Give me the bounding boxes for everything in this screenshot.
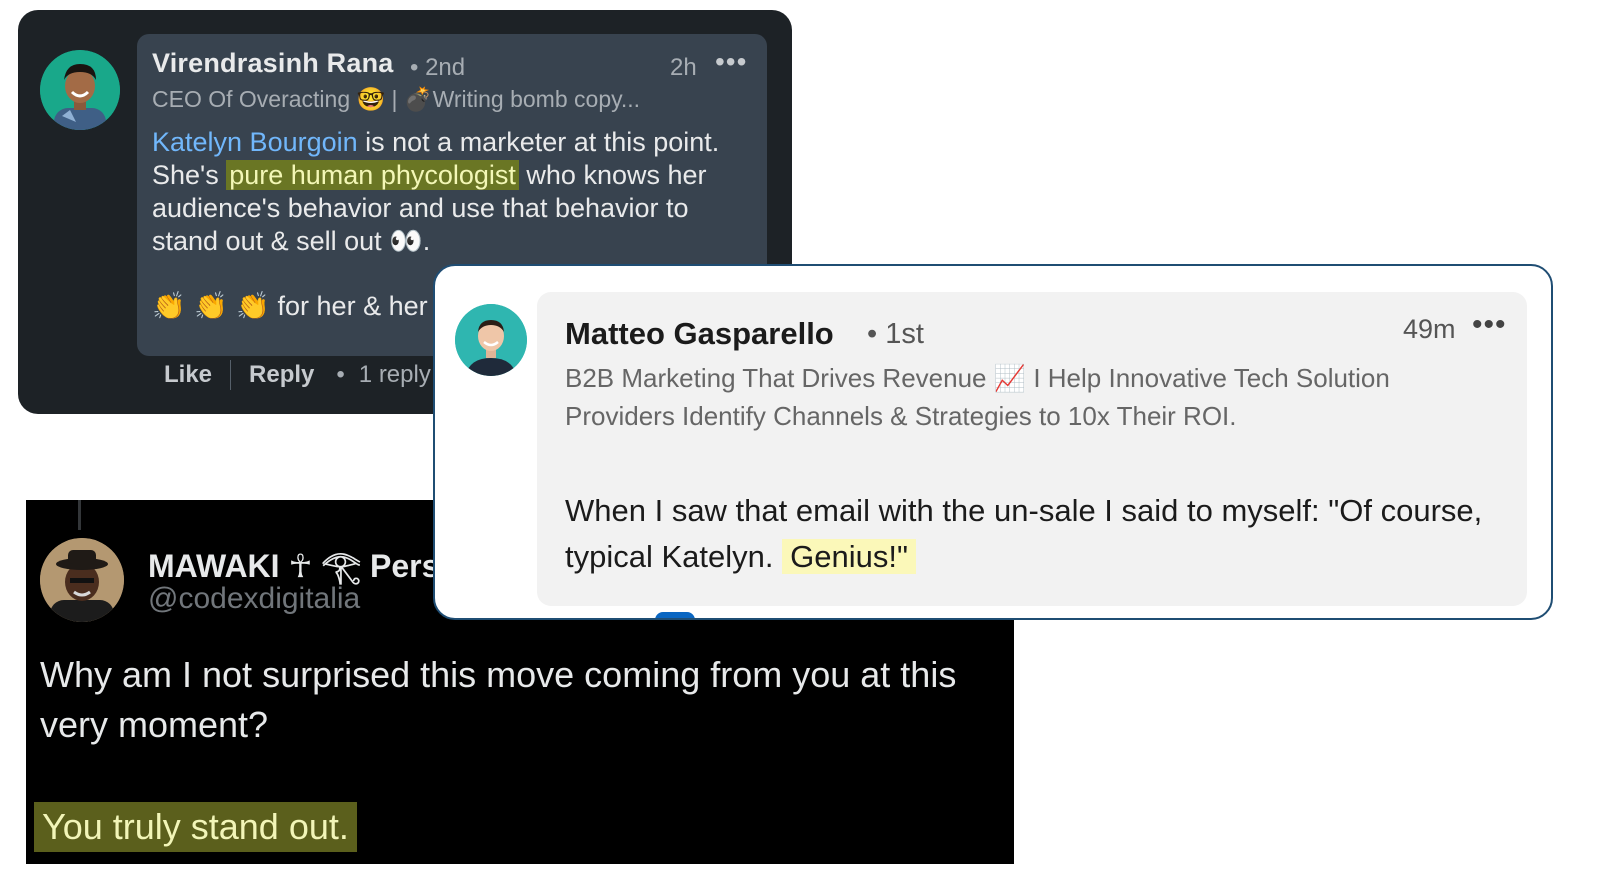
- comment-text: Katelyn Bourgoin is not a marketer at th…: [152, 126, 742, 258]
- headline-text: B2B Marketing That Drives Revenue: [565, 363, 994, 393]
- avatar-matteo[interactable]: [455, 304, 527, 376]
- highlighted-phrase: pure human phycologist: [226, 160, 519, 190]
- more-options-icon[interactable]: •••: [715, 46, 747, 78]
- highlighted-phrase: You truly stand out.: [34, 802, 357, 852]
- avatar-virendrasinh[interactable]: [40, 50, 120, 130]
- reaction-icon-partial: [655, 612, 695, 618]
- headline-suffix: Writing bomb copy...: [432, 86, 641, 112]
- person-avatar-icon: [455, 304, 527, 376]
- connection-degree: • 1st: [867, 318, 924, 350]
- comment-second-paragraph: 👏 👏 👏 for her & her: [152, 290, 428, 322]
- separator-dot: •: [336, 361, 345, 388]
- nerd-face-icon: 🤓: [356, 87, 386, 113]
- connection-degree: • 2nd: [410, 54, 466, 81]
- comment-timestamp: 49m: [1403, 314, 1456, 344]
- headline-text: CEO Of Overacting: [152, 86, 351, 112]
- reply-button[interactable]: Reply: [249, 361, 314, 389]
- person-avatar-icon: [40, 50, 120, 130]
- linkedin-light-comment-card: Matteo Gasparello • 1st 49m ••• B2B Mark…: [433, 264, 1553, 620]
- reply-text: Why am I not surprised this move coming …: [40, 654, 957, 745]
- bomb-icon: 💣: [403, 87, 433, 113]
- comment-actions: Like Reply • 1 reply: [164, 360, 431, 390]
- author-headline: CEO Of Overacting 🤓 | 💣Writing bomb copy…: [152, 86, 640, 113]
- more-options-icon[interactable]: •••: [1472, 308, 1507, 342]
- author-headline: B2B Marketing That Drives Revenue 📈 I He…: [565, 360, 1405, 435]
- action-divider: [230, 360, 232, 390]
- mention-link[interactable]: Katelyn Bourgoin: [152, 127, 358, 157]
- comment-text-part: .: [422, 226, 431, 256]
- highlighted-phrase: Genius!": [782, 539, 916, 574]
- chart-increasing-icon: 📈: [993, 364, 1027, 394]
- avatar-mawaki[interactable]: [40, 538, 124, 622]
- comment-text-part: for her & her: [270, 291, 428, 321]
- like-button[interactable]: Like: [164, 361, 212, 389]
- author-name[interactable]: Virendrasinh Rana: [152, 48, 393, 79]
- author-name[interactable]: MAWAKI ☥ 𓂀 Pers: [148, 536, 439, 588]
- author-handle[interactable]: @codexdigitalia: [148, 582, 360, 616]
- reply-count-link[interactable]: 1 reply: [359, 361, 431, 389]
- comment-timestamp: 2h: [670, 54, 697, 81]
- person-avatar-icon: [40, 538, 124, 622]
- headline-separator: |: [391, 86, 398, 112]
- clapping-hands-icon: 👏 👏 👏: [152, 291, 271, 322]
- eyes-icon: 👀: [389, 226, 423, 257]
- comment-text-part: When I saw that email with the un-sale I…: [565, 493, 1483, 574]
- author-name[interactable]: Matteo Gasparello: [565, 316, 834, 352]
- comment-text: When I saw that email with the un-sale I…: [565, 488, 1505, 580]
- thread-connector-line: [78, 500, 81, 530]
